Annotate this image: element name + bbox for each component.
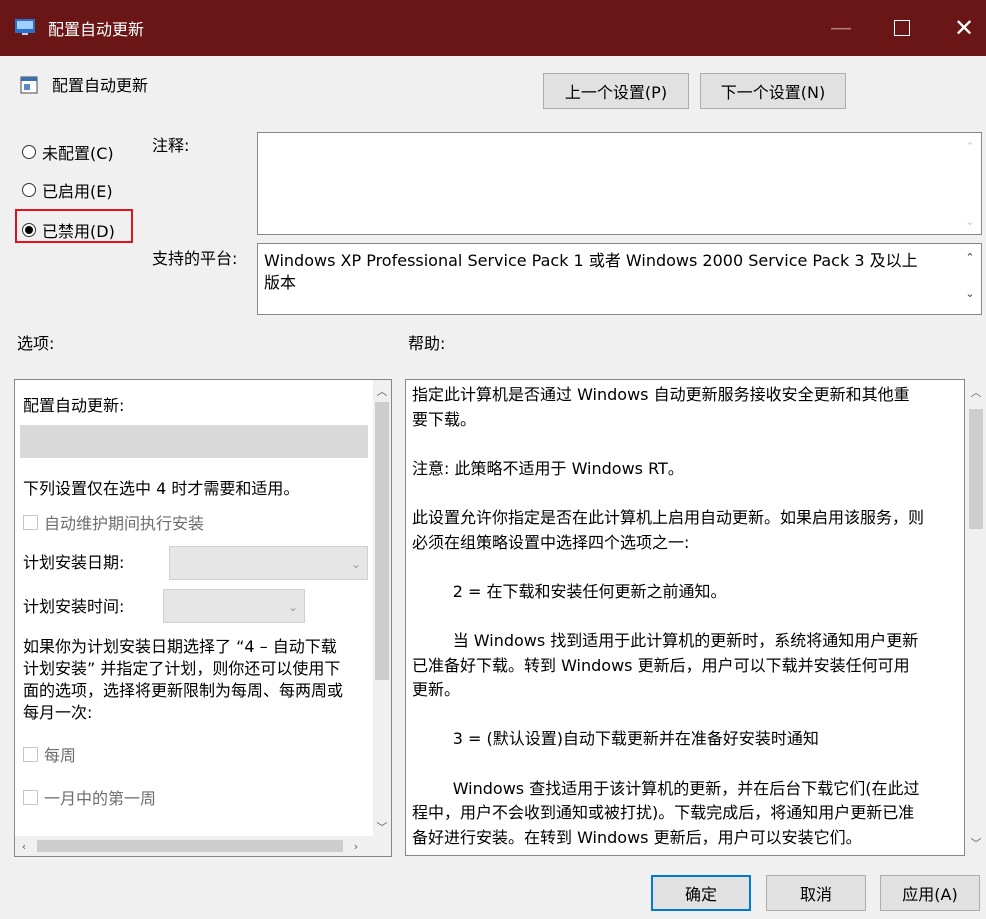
policy-window-icon [15,19,35,35]
options-label: 选项: [17,334,55,353]
title-bar: 配置自动更新 — ✕ [0,0,986,56]
options-paragraph-line: 面的选项，选择将更新限制为每周、每两周或 [23,681,344,700]
scroll-up-button[interactable]: ⌃ [961,248,979,266]
previous-setting-label: 上一个设置(P) [564,83,668,102]
checkbox-box [23,746,38,762]
checkbox-label: 一月中的第一周 [44,789,157,808]
checkbox-box [23,789,38,805]
install-day-label: 计划安装日期: [23,553,125,572]
radio-dot [25,226,33,234]
update-mode-dropdown[interactable] [20,425,368,458]
radio-label: 已启用(E) [42,182,113,201]
previous-setting-button[interactable]: 上一个设置(P) [543,73,689,109]
platform-line-2: 版本 [264,273,297,292]
options-paragraph-line: 计划安装” 并指定了计划，则你还可以使用下 [23,659,341,678]
help-line: 必须在组策略设置中选择四个选项之一: [412,532,690,552]
scroll-down-icon[interactable]: ﹀ [373,818,391,836]
apply-label: 应用(A) [902,885,958,904]
ok-label: 确定 [684,885,717,904]
cancel-button[interactable]: 取消 [766,875,866,911]
maximize-icon [894,20,910,36]
chevron-down-icon: ⌄ [350,557,361,571]
comment-textarea[interactable]: ⌃ ⌄ [257,132,982,235]
options-note: 下列设置仅在选中 4 时才需要和适用。 [23,479,300,498]
options-panel: 配置自动更新: 下列设置仅在选中 4 时才需要和适用。 自动维护期间执行安装 计… [14,379,392,857]
checkbox-label: 自动维护期间执行安装 [44,514,205,533]
radio-label: 未配置(C) [42,144,114,163]
scroll-left-icon[interactable]: ‹ [15,837,33,855]
help-line: Windows 查找适用于该计算机的更新，并在后台下载它们(在此过 [412,778,920,798]
policy-setting-icon [20,76,38,94]
radio-circle [22,183,36,197]
close-button[interactable]: ✕ [935,0,986,56]
apply-button[interactable]: 应用(A) [880,875,980,911]
help-line: 备好进行安装。在转到 Windows 更新后，用户可以安装它们。 [412,827,862,847]
radio-label: 已禁用(D) [42,222,115,241]
scroll-thumb[interactable] [969,409,983,529]
first-week-checkbox[interactable]: 一月中的第一周 [23,785,156,809]
policy-name: 配置自动更新 [52,76,149,95]
help-panel: 指定此计算机是否通过 Windows 自动更新服务接收安全更新和其他重 要下载。注… [405,379,965,856]
help-line: 此设置允许你指定是否在此计算机上启用自动更新。如果启用该服务，则 [412,508,925,527]
comment-label: 注释: [152,136,190,155]
install-time-dropdown[interactable]: ⌄ [163,589,305,623]
help-label: 帮助: [408,334,446,353]
help-line: 2 = 在下载和安装任何更新之前通知。 [412,581,727,601]
weekly-checkbox[interactable]: 每周 [23,742,76,766]
options-paragraph-line: 每月一次: [23,703,93,722]
help-line: 指定此计算机是否通过 Windows 自动更新服务接收安全更新和其他重 [412,385,910,404]
chevron-down-icon: ⌄ [287,600,298,614]
platform-text: Windows XP Professional Service Pack 1 或… [257,243,982,315]
window-title: 配置自动更新 [48,20,145,39]
help-line: 更新。 [412,680,461,700]
options-paragraph-line: 如果你为计划安装日期选择了 “4 – 自动下载 [23,637,337,656]
minimize-button[interactable]: — [812,0,870,56]
install-time-label: 计划安装时间: [23,597,125,616]
auto-maintenance-checkbox[interactable]: 自动维护期间执行安装 [23,510,204,534]
ok-button[interactable]: 确定 [651,875,751,911]
help-line: 3 = (默认设置)自动下载更新并在准备好安装时通知 [412,729,819,749]
help-line: 程中，用户不会收到通知或被打扰)。下载完成后，将通知用户更新已准 [412,803,915,823]
cancel-label: 取消 [799,885,832,904]
scroll-down-button[interactable]: ⌄ [961,284,979,302]
scroll-up-icon[interactable]: ︿ [967,383,985,401]
radio-circle [22,223,36,237]
radio-enabled[interactable]: 已启用(E) [22,178,113,202]
next-setting-button[interactable]: 下一个设置(N) [700,73,846,109]
scroll-right-icon[interactable]: › [347,837,365,855]
scroll-up-icon[interactable]: ︿ [373,382,391,400]
h-scroll-thumb[interactable] [37,840,343,852]
options-vertical-scrollbar[interactable]: ︿ ﹀ [373,380,391,838]
options-horizontal-scrollbar[interactable]: ‹ › [15,836,391,856]
scroll-down-icon[interactable]: ﹀ [967,834,985,852]
scroll-down-icon: ⌄ [965,214,975,228]
scroll-up-icon: ⌃ [965,139,975,153]
maximize-button[interactable] [873,0,931,56]
options-title: 配置自动更新: [23,396,125,415]
close-icon: ✕ [953,14,975,42]
checkbox-box [23,514,38,530]
help-line: 要下载。 [412,409,477,429]
help-line: 当 Windows 找到适用于此计算机的更新时，系统将通知用户更新 [412,631,919,650]
scroll-thumb[interactable] [375,402,389,680]
checkbox-label: 每周 [44,746,77,765]
next-setting-label: 下一个设置(N) [720,83,826,102]
help-line: 已准备好下载。转到 Windows 更新后，用户可以下载并安装任何可用 [412,655,910,675]
help-line: 注意: 此策略不适用于 Windows RT。 [412,458,684,478]
platform-line-1: Windows XP Professional Service Pack 1 或… [264,251,918,270]
install-day-dropdown[interactable]: ⌄ [169,546,368,580]
help-vertical-scrollbar[interactable]: ︿ ﹀ [966,379,986,856]
radio-circle [22,145,36,159]
platform-label: 支持的平台: [152,249,238,268]
radio-disabled[interactable]: 已禁用(D) [22,218,115,242]
radio-not-configured[interactable]: 未配置(C) [22,140,114,164]
